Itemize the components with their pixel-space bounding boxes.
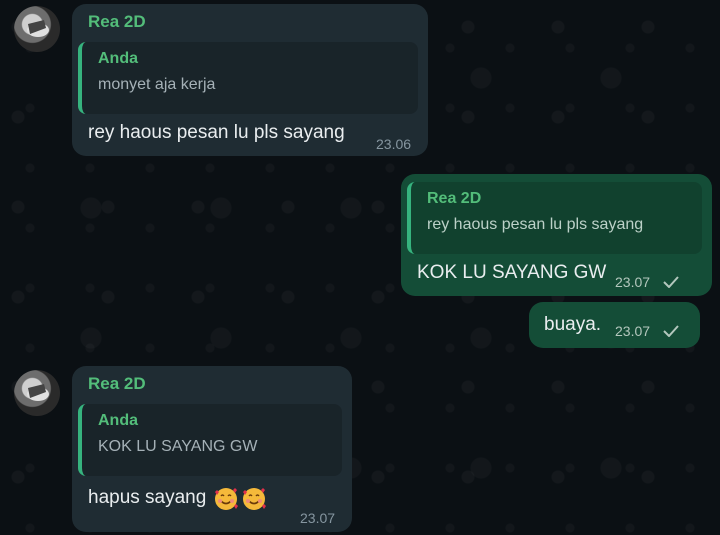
quoted-message[interactable]: Anda KOK LU SAYANG GW xyxy=(78,404,342,476)
message-line: hapus sayang xyxy=(88,486,267,512)
smiling-face-with-hearts-emoji xyxy=(242,488,266,510)
message-time: 23.07 xyxy=(615,323,651,339)
sender-name: Rea 2D xyxy=(88,374,146,393)
quoted-message[interactable]: Anda monyet aja kerja xyxy=(78,42,418,114)
message-text: KOK LU SAYANG GW xyxy=(417,262,607,283)
quote-text: monyet aja kerja xyxy=(98,76,216,93)
quote-text: KOK LU SAYANG GW xyxy=(98,438,258,455)
avatar[interactable] xyxy=(14,370,60,416)
check-icon xyxy=(663,276,679,288)
message-text: hapus sayang xyxy=(88,487,207,509)
message-text: rey haous pesan lu pls sayang xyxy=(88,122,345,143)
message-time: 23.06 xyxy=(376,136,412,152)
message-bubble[interactable]: Rea 2D Anda KOK LU SAYANG GW hapus sayan… xyxy=(72,366,352,532)
quoted-message[interactable]: Rea 2D rey haous pesan lu pls sayang xyxy=(407,182,702,254)
quote-author: Rea 2D xyxy=(427,190,482,207)
sender-name: Rea 2D xyxy=(88,12,146,31)
message-bubble[interactable]: Rea 2D rey haous pesan lu pls sayang KOK… xyxy=(401,174,712,296)
message-time: 23.07 xyxy=(300,510,336,526)
message-bubble[interactable]: Rea 2D Anda monyet aja kerja rey haous p… xyxy=(72,4,428,156)
message-text: buaya. xyxy=(544,314,602,335)
quote-author: Anda xyxy=(98,412,138,429)
smiling-face-with-hearts-emoji xyxy=(214,488,238,510)
avatar[interactable] xyxy=(14,6,60,52)
quote-author: Anda xyxy=(98,50,138,67)
message-time: 23.07 xyxy=(615,274,651,290)
message-bubble[interactable]: buaya. 23.07 xyxy=(529,302,700,348)
quote-text: rey haous pesan lu pls sayang xyxy=(427,216,644,233)
check-icon xyxy=(663,325,679,337)
